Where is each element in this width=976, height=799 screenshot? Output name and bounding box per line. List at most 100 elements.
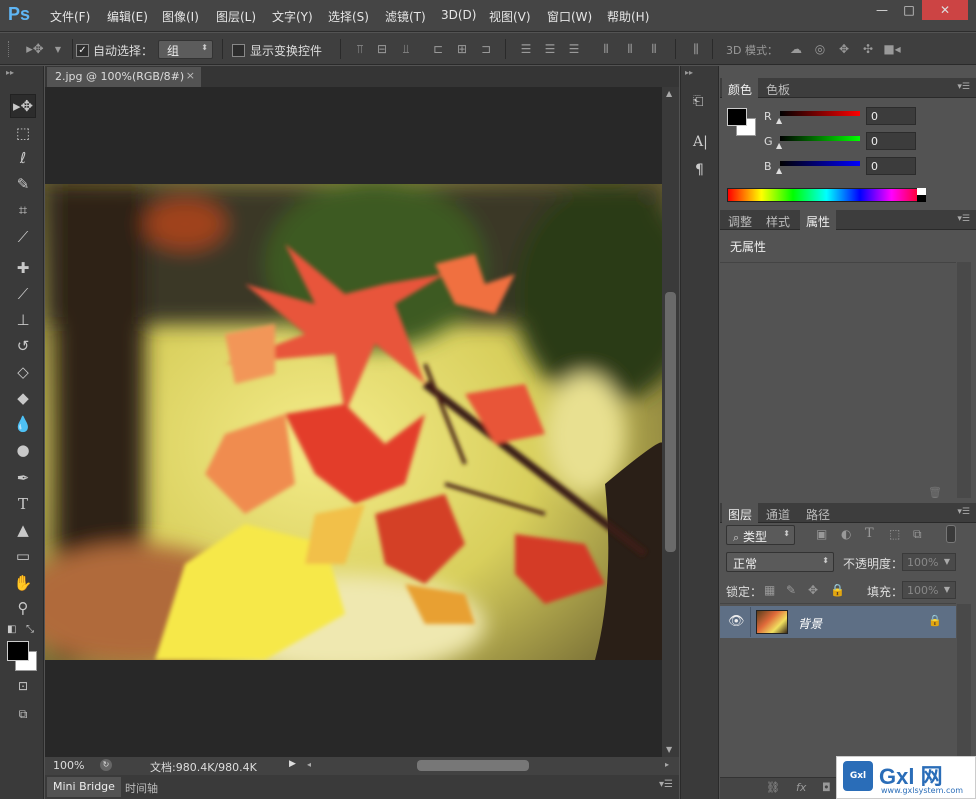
auto-align-icon[interactable]: ⫼ — [688, 41, 704, 57]
menu-3d[interactable]: 3D(D) — [441, 8, 476, 26]
3d-pan-icon[interactable]: ✥ — [836, 41, 852, 57]
color-fg-swatch[interactable] — [727, 108, 747, 126]
menu-file[interactable]: 文件(F) — [50, 8, 90, 26]
bottom-panel-menu-icon[interactable]: ▾☰ — [659, 779, 673, 790]
scroll-down-icon[interactable]: ▼ — [666, 745, 672, 754]
tool-preset-chevron-icon[interactable]: ▼ — [50, 41, 66, 57]
filter-shape-icon[interactable]: ⬚ — [889, 527, 900, 541]
channel-g-handle-icon[interactable]: ▲ — [776, 141, 782, 150]
channel-b-slider[interactable] — [780, 161, 860, 166]
horizontal-scroll-thumb[interactable] — [417, 760, 529, 771]
distribute-left-icon[interactable]: ⫴ — [598, 41, 614, 57]
align-left-icon[interactable]: ⊏ — [430, 41, 446, 57]
move-tool-button[interactable]: ▸✥ — [10, 94, 36, 118]
layer-row-background[interactable]: 👁 背景 🔒 — [720, 606, 956, 638]
swap-colors-icon[interactable]: ⤡ — [26, 624, 34, 635]
menu-edit[interactable]: 编辑(E) — [107, 8, 148, 26]
distribute-vcenter-icon[interactable]: ☰ — [542, 41, 558, 57]
layer-thumbnail[interactable] — [756, 610, 788, 634]
tab-timeline[interactable]: 时间轴 — [121, 777, 162, 797]
scroll-up-icon[interactable]: ▲ — [666, 89, 672, 98]
show-transform-checkbox[interactable] — [232, 44, 245, 57]
tab-channels[interactable]: 通道 — [760, 503, 796, 523]
link-layers-icon[interactable]: ⛓ — [766, 781, 780, 794]
close-window-button[interactable]: ✕ — [922, 0, 968, 20]
lock-all-icon[interactable]: 🔒 — [830, 583, 845, 597]
menu-filter[interactable]: 滤镜(T) — [385, 8, 426, 26]
properties-trash-icon[interactable]: 🗑 — [928, 486, 942, 499]
filter-toggle-switch[interactable] — [946, 525, 956, 543]
align-top-icon[interactable]: ⫪ — [352, 41, 368, 57]
status-info-icon[interactable]: ↻ — [100, 759, 112, 771]
eyedropper-tool-icon[interactable]: ⟋ — [10, 225, 36, 249]
lock-position-icon[interactable]: ✥ — [808, 583, 818, 597]
menu-select[interactable]: 选择(S) — [328, 8, 369, 26]
quick-select-tool-icon[interactable]: ✎ — [10, 172, 36, 196]
tab-layers[interactable]: 图层 — [722, 503, 759, 523]
eraser-tool-icon[interactable]: ◇ — [10, 360, 36, 384]
menu-help[interactable]: 帮助(H) — [607, 8, 649, 26]
distribute-bottom-icon[interactable]: ☰ — [566, 41, 582, 57]
channel-g-value[interactable]: 0 — [866, 132, 916, 150]
screen-mode-icon[interactable]: ⧉ — [10, 702, 36, 726]
tab-paths[interactable]: 路径 — [800, 503, 836, 523]
tab-adjustments[interactable]: 调整 — [722, 210, 758, 230]
3d-slide-icon[interactable]: ✣ — [860, 41, 876, 57]
healing-brush-tool-icon[interactable]: ✚ — [10, 256, 36, 280]
properties-panel-menu-icon[interactable]: ▾☰ — [957, 214, 970, 224]
tools-collapse-icon[interactable]: ▸▸ — [6, 68, 14, 77]
maximize-button[interactable]: □ — [894, 0, 924, 20]
crop-tool-icon[interactable]: ⌗ — [10, 198, 36, 222]
spectrum-white-chip[interactable] — [917, 188, 926, 195]
scroll-left-icon[interactable]: ◂ — [307, 760, 311, 769]
layer-effects-icon[interactable]: fx — [796, 781, 806, 794]
auto-select-checkbox-group[interactable]: ✓ 自动选择： — [76, 42, 153, 59]
layers-panel-menu-icon[interactable]: ▾☰ — [957, 507, 970, 517]
lock-image-icon[interactable]: ✎ — [786, 583, 796, 597]
channel-b-handle-icon[interactable]: ▲ — [776, 166, 782, 175]
minimize-button[interactable]: — — [867, 0, 897, 20]
distribute-hcenter-icon[interactable]: ⫴ — [622, 41, 638, 57]
align-bottom-icon[interactable]: ⫫ — [398, 41, 414, 57]
dodge-tool-icon[interactable]: ● — [10, 438, 36, 462]
show-transform-group[interactable]: 显示变换控件 — [232, 42, 322, 59]
menu-view[interactable]: 视图(V) — [489, 8, 531, 26]
3d-roll-icon[interactable]: ◎ — [812, 41, 828, 57]
marquee-tool-icon[interactable]: ⬚ — [10, 121, 36, 145]
brush-tool-icon[interactable]: ⟋ — [10, 282, 36, 306]
layer-visibility-eye-icon[interactable]: 👁 — [728, 614, 745, 629]
tab-mini-bridge[interactable]: Mini Bridge — [47, 777, 121, 797]
distribute-top-icon[interactable]: ☰ — [518, 41, 534, 57]
menu-image[interactable]: 图像(I) — [162, 8, 199, 26]
channel-r-slider[interactable] — [780, 111, 860, 116]
filter-pixel-icon[interactable]: ▣ — [816, 527, 827, 541]
auto-select-dropdown[interactable]: 组 ⬍ — [158, 40, 213, 59]
layers-scrollbar[interactable] — [957, 604, 971, 774]
foreground-color-swatch[interactable] — [7, 641, 29, 661]
menu-window[interactable]: 窗口(W) — [547, 8, 592, 26]
lasso-tool-icon[interactable]: ℓ — [10, 146, 36, 170]
vertical-scrollbar[interactable]: ▲ ▼ — [662, 87, 679, 757]
pen-tool-icon[interactable]: ✒ — [10, 466, 36, 490]
3d-scale-icon[interactable]: ■◂ — [883, 41, 900, 57]
layer-filter-dropdown[interactable]: ⌕ 类型 ⬍ — [726, 525, 795, 545]
align-vcenter-icon[interactable]: ⊟ — [374, 41, 390, 57]
history-panel-icon[interactable]: ⎗ — [693, 94, 703, 109]
type-tool-icon[interactable]: T — [10, 492, 36, 516]
distribute-right-icon[interactable]: ⫴ — [646, 41, 662, 57]
channel-r-handle-icon[interactable]: ▲ — [776, 116, 782, 125]
blend-mode-dropdown[interactable]: 正常 ⬍ — [726, 552, 834, 572]
rectangle-tool-icon[interactable]: ▭ — [10, 544, 36, 568]
move-tool-icon[interactable]: ▸✥ — [24, 41, 46, 57]
quick-mask-icon[interactable]: ⊡ — [10, 674, 36, 698]
channel-g-slider[interactable] — [780, 136, 860, 141]
layer-name[interactable]: 背景 — [798, 615, 822, 632]
tab-color[interactable]: 颜色 — [722, 78, 759, 98]
align-right-icon[interactable]: ⊐ — [478, 41, 494, 57]
paint-bucket-tool-icon[interactable]: ◆ — [10, 386, 36, 410]
zoom-tool-icon[interactable]: ⚲ — [10, 596, 36, 620]
tab-properties[interactable]: 属性 — [800, 210, 837, 230]
menu-type[interactable]: 文字(Y) — [272, 8, 313, 26]
menu-layer[interactable]: 图层(L) — [216, 8, 256, 26]
layer-mask-icon[interactable]: ◘ — [822, 781, 831, 794]
